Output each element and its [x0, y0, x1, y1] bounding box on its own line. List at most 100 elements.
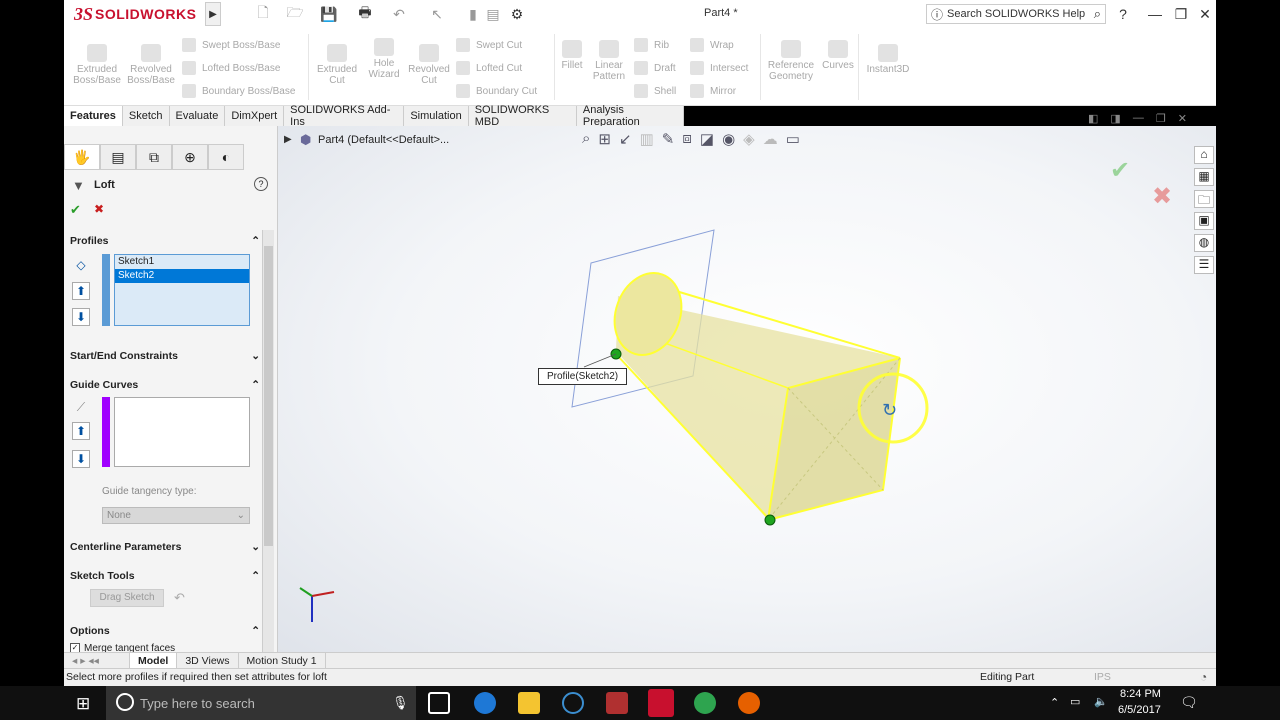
close-button[interactable]: ✕	[1194, 4, 1216, 24]
home-icon[interactable]: ⌂	[1194, 146, 1214, 164]
display-manager-tab-icon[interactable]: ◐	[208, 144, 244, 170]
custom-properties-icon[interactable]: ☰	[1194, 256, 1214, 274]
save-icon[interactable]: 💾	[320, 5, 338, 23]
profiles-list[interactable]: Sketch1 Sketch2	[114, 254, 250, 326]
centerline-parameters-header[interactable]: Centerline Parameters ⌄	[70, 541, 260, 553]
profiles-section-header[interactable]: Profiles ⌃	[70, 235, 260, 247]
file-explorer-icon[interactable]: 🗀	[1194, 190, 1214, 208]
instant3d-button[interactable]: Instant3D	[864, 44, 912, 75]
search-help-field[interactable]: ⓘ Search SOLIDWORKS Help ⌕	[926, 4, 1106, 24]
appearances-icon[interactable]: ◍	[1194, 234, 1214, 252]
firefox-icon[interactable]	[738, 692, 760, 714]
doc-minimize-icon[interactable]: —	[1133, 112, 1144, 125]
microphone-icon[interactable]: 🎙	[392, 695, 409, 711]
status-menu-icon[interactable]: ◔	[1200, 670, 1207, 684]
collapse-icon[interactable]: ⌃	[251, 570, 260, 582]
menu-expand-arrow[interactable]: ▶	[205, 2, 221, 26]
doc-close-icon[interactable]: ✕	[1178, 112, 1187, 125]
design-library-icon[interactable]: ▦	[1194, 168, 1214, 186]
fillet-button[interactable]: Fillet	[558, 40, 586, 71]
move-down-icon[interactable]: ⬇	[72, 308, 90, 326]
chrome-icon[interactable]	[694, 692, 716, 714]
ok-button[interactable]: ✔	[70, 202, 81, 218]
list-item[interactable]: Sketch1	[115, 255, 249, 269]
cancel-button[interactable]: ✖	[94, 202, 104, 216]
collapse-icon[interactable]: ⌃	[251, 625, 260, 637]
notifications-icon[interactable]: 🗨	[1180, 694, 1198, 711]
file-explorer-taskbar-icon[interactable]	[518, 692, 540, 714]
graphics-area[interactable]: ▶ ⬢ Part4 (Default<<Default>... ⌕ ⊞ ↙ ▥ …	[278, 126, 1216, 654]
tab-addins[interactable]: SOLIDWORKS Add-Ins	[284, 104, 405, 128]
configuration-manager-tab-icon[interactable]: ⧉	[136, 144, 172, 170]
tile-left-icon[interactable]: ◧	[1088, 112, 1098, 125]
move-up-icon[interactable]: ⬆	[72, 282, 90, 300]
tab-simulation[interactable]: Simulation	[404, 106, 469, 126]
linear-pattern-button[interactable]: Linear Pattern	[590, 40, 628, 82]
feature-manager-tab-icon[interactable]: 🖐	[64, 144, 100, 170]
drag-sketch-button[interactable]: Drag Sketch	[90, 589, 164, 607]
file-properties-icon[interactable]: ▤	[484, 5, 502, 23]
boundary-cut-button[interactable]: Boundary Cut	[456, 84, 537, 98]
dimxpert-manager-tab-icon[interactable]: ⊕	[172, 144, 208, 170]
units-selector[interactable]: IPS	[1094, 671, 1111, 683]
task-view-icon[interactable]	[428, 692, 450, 714]
edge-browser-icon[interactable]	[474, 692, 496, 714]
expand-icon[interactable]: ⌄	[251, 350, 260, 362]
options-section-header[interactable]: Options ⌃	[70, 625, 260, 637]
new-document-icon[interactable]: 🗋	[254, 4, 272, 23]
print-icon[interactable]: 🖶	[356, 4, 374, 23]
help-menu-icon[interactable]: ?	[1112, 4, 1134, 24]
hole-wizard-button[interactable]: Hole Wizard	[362, 38, 406, 80]
lofted-boss-button[interactable]: Lofted Boss/Base	[182, 61, 280, 75]
shell-button[interactable]: Shell	[634, 84, 676, 98]
restore-button[interactable]: ❐	[1170, 4, 1192, 24]
scrollbar-thumb[interactable]	[264, 246, 273, 546]
swept-boss-button[interactable]: Swept Boss/Base	[182, 38, 280, 52]
sketch-tools-header[interactable]: Sketch Tools ⌃	[70, 570, 260, 582]
clock-time[interactable]: 8:24 PM	[1120, 688, 1161, 700]
rebuild-icon[interactable]: ▮	[464, 5, 482, 23]
swept-cut-button[interactable]: Swept Cut	[456, 38, 522, 52]
tab-evaluate[interactable]: Evaluate	[169, 106, 226, 126]
collapse-icon[interactable]: ⌃	[251, 235, 260, 247]
doc-restore-icon[interactable]: ❐	[1156, 112, 1166, 125]
tray-expand-icon[interactable]: ⌃	[1050, 696, 1059, 709]
undo-sketch-icon[interactable]: ↶	[174, 590, 185, 606]
taskbar-search-field[interactable]: Type here to search 🎙	[106, 686, 416, 720]
options-gear-icon[interactable]: ⚙	[508, 5, 526, 23]
media-app-icon[interactable]	[562, 692, 584, 714]
list-item[interactable]: Sketch2	[115, 269, 249, 283]
tab-mbd[interactable]: SOLIDWORKS MBD	[468, 104, 577, 128]
solidworks-taskbar-icon[interactable]	[648, 689, 674, 717]
tab-sketch[interactable]: Sketch	[122, 106, 170, 126]
guide-curves-list[interactable]	[114, 397, 250, 467]
move-down-icon[interactable]: ⬇	[72, 450, 90, 468]
tab-3d-views[interactable]: 3D Views	[177, 653, 239, 668]
help-icon[interactable]: ?	[254, 177, 268, 191]
move-up-icon[interactable]: ⬆	[72, 422, 90, 440]
intersect-button[interactable]: Intersect	[690, 61, 748, 75]
windows-start-icon[interactable]: ⊞	[76, 694, 90, 714]
mirror-button[interactable]: Mirror	[690, 84, 736, 98]
tab-model[interactable]: Model	[130, 653, 178, 668]
collapse-icon[interactable]: ⌃	[251, 379, 260, 391]
reference-geometry-button[interactable]: Reference Geometry	[764, 40, 818, 82]
tile-right-icon[interactable]: ◨	[1110, 112, 1120, 125]
volume-icon[interactable]: 🔈	[1094, 695, 1108, 708]
extruded-cut-button[interactable]: Extruded Cut	[314, 44, 360, 86]
draft-button[interactable]: Draft	[634, 61, 676, 75]
clock-date[interactable]: 6/5/2017	[1118, 704, 1161, 716]
undo-icon[interactable]: ↶	[390, 5, 408, 23]
network-icon[interactable]: ▭	[1070, 695, 1080, 708]
view-palette-icon[interactable]: ▣	[1194, 212, 1214, 230]
curves-button[interactable]: Curves	[820, 40, 856, 71]
profile-callout[interactable]: Profile(Sketch2)	[538, 368, 628, 385]
solidworks-logo[interactable]: 3S SOLIDWORKS	[74, 3, 204, 25]
wrap-button[interactable]: Wrap	[690, 38, 734, 52]
minimize-button[interactable]: —	[1144, 4, 1166, 24]
lofted-cut-button[interactable]: Lofted Cut	[456, 61, 522, 75]
scrollbar[interactable]	[262, 230, 274, 654]
extruded-boss-button[interactable]: Extruded Boss/Base	[72, 44, 122, 86]
revolved-boss-button[interactable]: Revolved Boss/Base	[126, 44, 176, 86]
rib-button[interactable]: Rib	[634, 38, 669, 52]
